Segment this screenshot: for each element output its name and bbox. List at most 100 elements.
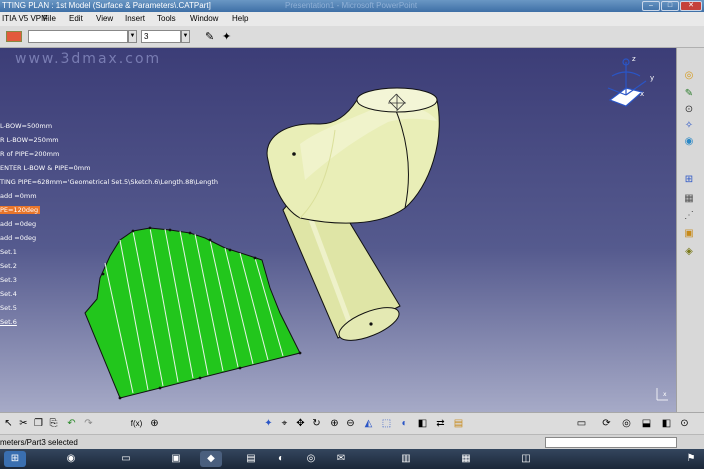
app-icon[interactable]: ▥ <box>395 451 417 467</box>
zoom-in-icon[interactable]: ⊕ <box>328 417 341 430</box>
compass-widget[interactable]: z y x <box>607 55 654 107</box>
taskbar: ⊞ ◉ ▭ ▣ ◆ ▤ ◐ ◎ ✉ ▥ ▦ ◫ ⚑ <box>0 449 704 469</box>
fly-icon[interactable]: ✦ <box>262 417 275 430</box>
sketch-icon[interactable]: ✎ <box>682 88 696 100</box>
style-field[interactable] <box>28 30 128 43</box>
flattened-surface[interactable] <box>84 226 302 400</box>
wrench-icon[interactable]: ✧ <box>682 120 696 132</box>
status-message: meters/Part3 selected <box>0 438 78 447</box>
sync-icon[interactable]: ⟳ <box>600 417 613 430</box>
fit-all-icon[interactable]: ⌖ <box>278 417 291 430</box>
chevron-down-icon[interactable]: ▼ <box>181 30 190 43</box>
measure-icon[interactable]: ▤ <box>452 417 465 430</box>
tree-item-set[interactable]: Set.3 <box>0 276 17 284</box>
hide-icon[interactable]: ◧ <box>416 417 429 430</box>
maximize-button[interactable]: □ <box>661 1 679 11</box>
vertex-icon[interactable]: ⋰ <box>682 210 696 222</box>
chevron-down-icon[interactable]: ▼ <box>128 30 137 43</box>
tree-item-selected[interactable]: PE=120deg <box>0 206 41 214</box>
close-button[interactable]: ✕ <box>680 1 702 11</box>
redo-icon[interactable]: ↷ <box>82 417 95 430</box>
measure-icon[interactable]: ▣ <box>682 228 696 240</box>
formula-icon[interactable]: f(x) <box>130 417 143 430</box>
camera-icon[interactable]: ▭ <box>575 417 588 430</box>
top-toolbar: ▼ 3 ▼ ✎ ✦ <box>0 26 704 48</box>
compass-y-label: y <box>650 74 654 82</box>
iso-view-icon[interactable]: ⬚ <box>380 417 393 430</box>
tree-item-param[interactable]: R L-BOW=250mm <box>0 136 59 144</box>
compass-x-label: x <box>640 90 644 98</box>
model-scene: z y x x <box>84 55 668 401</box>
app-icon[interactable]: ◐ <box>270 451 292 467</box>
folder-icon[interactable]: ▭ <box>115 451 137 467</box>
tree-item-set[interactable]: Set.2 <box>0 262 17 270</box>
bottom-toolbar: ↖ ✂ ❐ ⎘ ↶ ↷ f(x) ⊕ ✦ ⌖ ✥ ↻ ⊕ ⊖ ◭ ⬚ ◐ ◧ ⇄… <box>0 412 704 434</box>
knowledge-icon[interactable]: ⊕ <box>148 417 161 430</box>
measure-icon[interactable]: ⬓ <box>640 417 653 430</box>
swap-icon[interactable]: ⇄ <box>434 417 447 430</box>
minimize-button[interactable]: – <box>642 1 660 11</box>
3d-viewport[interactable]: www.3dmax.com z y x x L-BOW=500mm R L-BO… <box>0 48 676 412</box>
spline-icon[interactable]: ⊙ <box>682 104 696 116</box>
catia-icon[interactable]: ◆ <box>200 451 222 467</box>
menu-insert[interactable]: Insert <box>125 12 145 26</box>
tree-item-formula[interactable]: TING PIPE=628mm='Geometrical Set.5\Sketc… <box>0 178 218 186</box>
pan-icon[interactable]: ✥ <box>294 417 307 430</box>
app-icon[interactable]: ▤ <box>240 451 262 467</box>
tree-item-set[interactable]: Set.4 <box>0 290 17 298</box>
circle-icon[interactable]: ◉ <box>682 136 696 148</box>
app-icon[interactable]: ▦ <box>455 451 477 467</box>
start-icon[interactable]: ⊞ <box>4 451 26 467</box>
tree-item-param[interactable]: add =0deg <box>0 220 36 228</box>
analysis-icon[interactable]: ◎ <box>620 417 633 430</box>
app-icon[interactable]: ◎ <box>300 451 322 467</box>
tree-item-param[interactable]: R of PIPE=200mm <box>0 150 59 158</box>
status-bar: meters/Part3 selected <box>0 434 704 449</box>
axis-x-label: x <box>663 391 667 398</box>
tree-item-set[interactable]: Set.1 <box>0 248 17 256</box>
tree-item-param[interactable]: add =0mm <box>0 192 37 200</box>
copy-icon[interactable]: ❐ <box>32 417 45 430</box>
new-part-icon[interactable] <box>6 31 22 42</box>
app-icon[interactable]: ▣ <box>165 451 187 467</box>
normal-view-icon[interactable]: ◭ <box>362 417 375 430</box>
title-bar: TTING PLAN : 1st Model (Surface & Parame… <box>0 0 704 12</box>
menu-tools[interactable]: Tools <box>157 12 176 26</box>
paste-icon[interactable]: ⎘ <box>47 417 60 430</box>
command-input[interactable] <box>545 437 677 448</box>
tree-item-set[interactable]: Set.6 <box>0 318 17 326</box>
shading-icon[interactable]: ◐ <box>398 417 411 430</box>
menu-help[interactable]: Help <box>232 12 248 26</box>
axis-icon[interactable]: ⊞ <box>682 174 696 186</box>
rotate-icon[interactable]: ↻ <box>310 417 323 430</box>
menu-window[interactable]: Window <box>190 12 218 26</box>
bubble-icon[interactable]: ◎ <box>682 70 696 82</box>
menu-bar: ITIA V5 VPM File Edit View Insert Tools … <box>0 12 704 26</box>
grid-icon[interactable]: ▦ <box>682 193 696 205</box>
undo-icon[interactable]: ↶ <box>65 417 78 430</box>
notification-icon[interactable]: ⚑ <box>680 451 702 467</box>
zoom-field[interactable]: 3 <box>141 30 181 43</box>
pipe-elbow-model[interactable] <box>266 87 440 347</box>
menu-view[interactable]: View <box>96 12 113 26</box>
browser-icon[interactable]: ◉ <box>60 451 82 467</box>
app-icon[interactable]: ◫ <box>515 451 537 467</box>
app-icon[interactable]: ✉ <box>330 451 352 467</box>
cut-icon[interactable]: ✂ <box>17 417 30 430</box>
tree-item-set[interactable]: Set.5 <box>0 304 17 312</box>
menu-file[interactable]: File <box>43 12 56 26</box>
zoom-in-icon[interactable]: ⊙ <box>678 417 691 430</box>
tree-item-param[interactable]: ENTER L-BOW & PIPE=0mm <box>0 164 90 172</box>
analysis-icon[interactable]: ◈ <box>682 246 696 258</box>
apply-material-icon[interactable]: ✦ <box>222 30 231 43</box>
brush-icon[interactable]: ✎ <box>205 30 214 43</box>
zoom-out-icon[interactable]: ⊖ <box>344 417 357 430</box>
window-title: TTING PLAN : 1st Model (Surface & Parame… <box>2 1 211 10</box>
tree-item-param[interactable]: L-BOW=500mm <box>0 122 52 130</box>
menu-app-label: ITIA V5 VPM <box>2 14 48 23</box>
background-window-title: Presentation1 - Microsoft PowerPoint <box>285 1 418 10</box>
select-icon[interactable]: ↖ <box>2 417 15 430</box>
hide-icon[interactable]: ◧ <box>660 417 673 430</box>
menu-edit[interactable]: Edit <box>69 12 83 26</box>
tree-item-param[interactable]: add =0deg <box>0 234 36 242</box>
